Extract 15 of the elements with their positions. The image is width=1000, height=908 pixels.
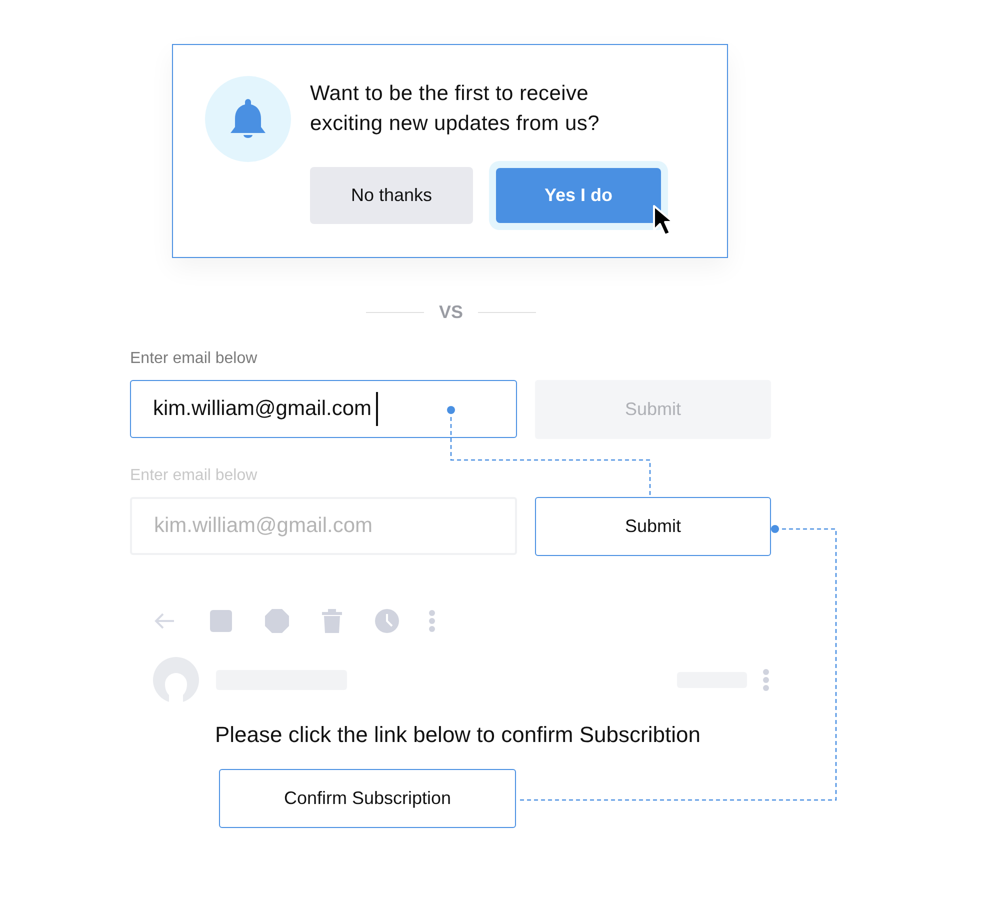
trash-icon[interactable] <box>322 609 342 633</box>
more-icon[interactable] <box>429 610 435 632</box>
clock-icon[interactable] <box>375 609 399 633</box>
no-thanks-button[interactable]: No thanks <box>310 167 473 224</box>
email-message: Please click the link below to confirm Subscribtion <box>215 721 702 749</box>
more-icon[interactable] <box>763 669 769 691</box>
email-field[interactable]: kim.william@gmail.com <box>130 380 517 438</box>
confirm-button[interactable]: Confirm Subscription <box>219 769 516 828</box>
field-label: Enter email below <box>130 350 258 368</box>
submit-button[interactable]: Submit <box>535 497 771 556</box>
popup-message: Want to be the first to receive exciting new updates from us? <box>310 81 600 137</box>
divider-label: VS <box>438 302 464 322</box>
bell-icon <box>205 76 291 162</box>
octagon-icon[interactable] <box>265 609 289 633</box>
square-icon[interactable] <box>210 610 232 632</box>
